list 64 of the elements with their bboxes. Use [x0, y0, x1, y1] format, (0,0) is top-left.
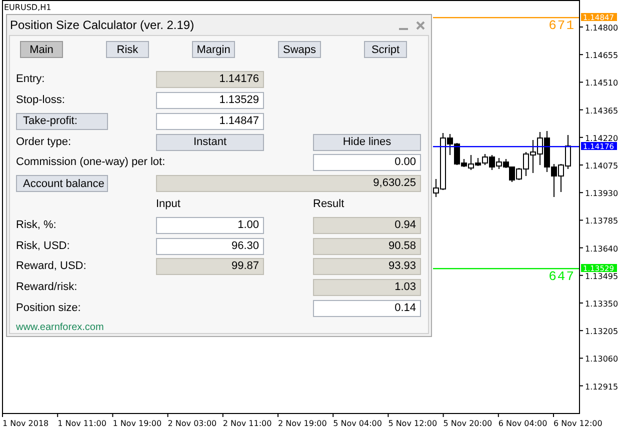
- input-field[interactable]: 9,630.25: [156, 175, 421, 192]
- price-label: 1.13060: [585, 354, 618, 364]
- field-label: Commission (one-way) per lot:: [16, 155, 166, 170]
- column-heading: Result: [313, 197, 346, 212]
- input-field[interactable]: 1.00: [156, 216, 264, 234]
- field-label: Stop-loss:: [16, 93, 66, 108]
- input-field[interactable]: 1.13529: [156, 92, 264, 110]
- distance-label: 671: [548, 18, 575, 33]
- price-label: 1.14800: [585, 24, 618, 32]
- price-label: 1.14655: [585, 51, 618, 60]
- field-label: Entry:: [16, 72, 46, 88]
- time-label: 1 Nov 2018: [2, 419, 49, 428]
- time-label: 2 Nov 19:00: [278, 419, 327, 428]
- panel-title: Position Size Calculator (ver. 2.19): [10, 18, 196, 32]
- input-field[interactable]: 90.58: [313, 238, 421, 255]
- input-field[interactable]: 0.94: [313, 216, 421, 234]
- field-label: Risk, USD:: [16, 238, 71, 254]
- field-label: Reward, USD:: [16, 259, 88, 274]
- option-button[interactable]: Hide lines: [313, 134, 421, 151]
- column-heading: Input: [156, 197, 182, 212]
- input-field[interactable]: 1.14847: [156, 112, 264, 130]
- label-button[interactable]: Take-profit:: [16, 112, 108, 130]
- tab[interactable]: Risk: [106, 41, 149, 58]
- option-button[interactable]: Instant: [156, 134, 264, 151]
- field-label: Order type:: [16, 134, 72, 150]
- input-field[interactable]: 93.93: [313, 258, 421, 276]
- chart-symbol: EURUSD,H1: [4, 3, 52, 12]
- input-field[interactable]: 0.00: [313, 154, 421, 172]
- tab[interactable]: Main: [20, 41, 63, 58]
- input-field[interactable]: 1.14176: [156, 71, 264, 88]
- tab[interactable]: Script: [364, 41, 407, 58]
- website-link[interactable]: www.earnforex.com: [16, 322, 104, 333]
- field-label: Reward/risk:: [16, 280, 78, 296]
- price-label: 1.14075: [585, 162, 618, 170]
- time-label: 5 Nov 04:00: [333, 419, 382, 428]
- time-label: 5 Nov 12:00: [388, 419, 438, 428]
- tab[interactable]: Swaps: [278, 41, 321, 58]
- time-label: 1 Nov 11:00: [58, 419, 106, 428]
- time-label: 2 Nov 11:00: [222, 419, 272, 428]
- field-label: Risk, %:: [16, 218, 58, 233]
- time-label: 5 Nov 20:00: [443, 419, 492, 428]
- price-label: 1.13785: [585, 216, 618, 226]
- close-icon[interactable]: [416, 20, 425, 30]
- input-field[interactable]: 99.87: [156, 258, 264, 276]
- price-label: 1.13930: [585, 189, 618, 198]
- price-label: 1.13205: [585, 327, 618, 336]
- label-button[interactable]: Account balance: [16, 175, 108, 192]
- field-label: Position size:: [16, 301, 82, 316]
- time-label: 1 Nov 19:00: [112, 419, 162, 428]
- time-label: 2 Nov 03:00: [168, 419, 217, 428]
- price-label: 1.13495: [585, 272, 618, 281]
- input-field[interactable]: 1.03: [313, 279, 421, 296]
- price-label: 1.14220: [585, 134, 618, 143]
- price-label: 1.14510: [585, 78, 618, 88]
- input-field[interactable]: 0.14: [313, 300, 421, 317]
- price-label: 1.12915: [585, 382, 618, 392]
- price-label: 1.13640: [585, 244, 618, 254]
- time-label: 6 Nov 12:00: [554, 419, 602, 428]
- price-label: 1.13350: [585, 300, 618, 308]
- distance-label: 647: [548, 269, 575, 284]
- tab[interactable]: Margin: [192, 41, 235, 58]
- input-field[interactable]: 96.30: [156, 238, 264, 255]
- price-label: 1.14365: [585, 106, 618, 116]
- time-label: 6 Nov 04:00: [498, 419, 548, 428]
